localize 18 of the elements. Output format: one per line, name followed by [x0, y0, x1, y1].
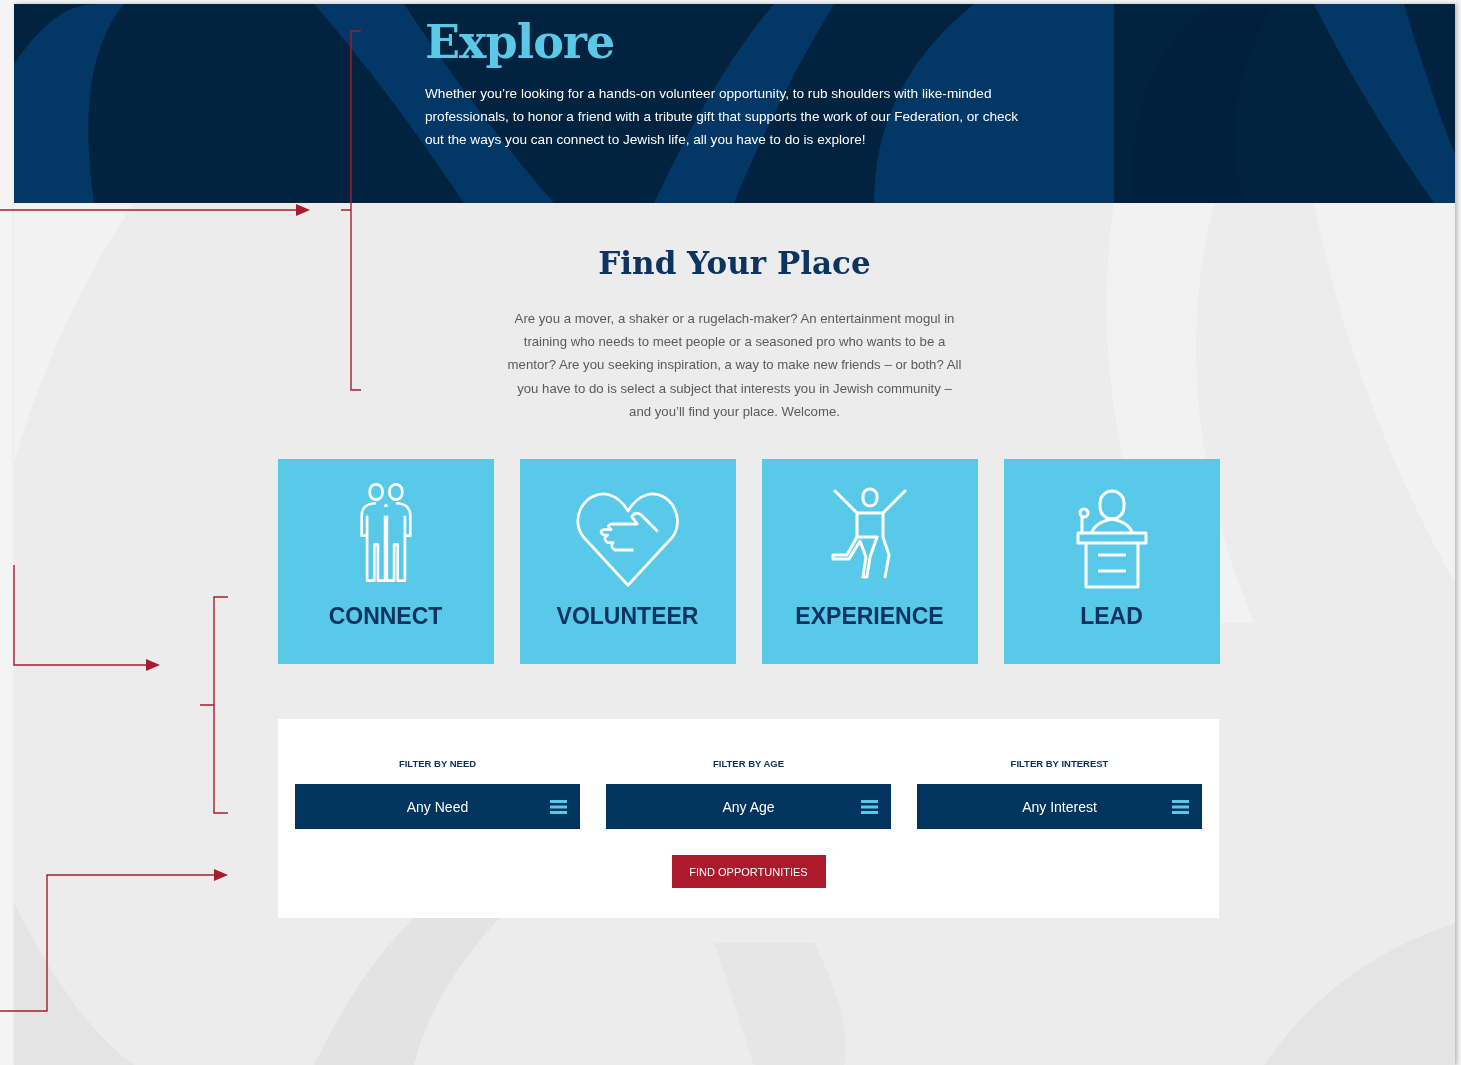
find-opportunities-button[interactable]: FIND OPPORTUNITIES — [671, 855, 826, 888]
menu-icon — [861, 800, 878, 814]
filter-label: FILTER BY INTEREST — [1010, 758, 1109, 769]
category-tile[interactable]: VOLUNTEER — [519, 459, 736, 664]
category-tile[interactable]: CONNECT — [277, 459, 494, 664]
intro-paragraph: Whether you’re looking for a hands-on volunteer opportunity, to rub shoulders with like-minded professionals, to honor a friend with a tribute gift that supports the work of our Federation, or check out the ways you can connect to Jewish life, all you have to do is explore! — [425, 85, 1020, 149]
filter-dropdown[interactable]: Any Need — [295, 784, 580, 829]
category-tile[interactable]: LEAD — [1003, 459, 1220, 664]
section-paragraph: Are you a mover, a shaker or a rugelach-maker? An entertainment mogul in training who needs to meet people or a seasoned pro who wants to be a mentor? Are you seeking inspiration, a way to make new friends – or both? All you have to do is select a subject that interests you in Jewish community – and you’ll find your place. Welcome. — [506, 310, 963, 421]
filter-label: FILTER BY NEED — [398, 758, 477, 769]
menu-icon — [550, 800, 567, 814]
section-title: Find Your Place — [598, 244, 871, 283]
filter-dropdown[interactable]: Any Interest — [917, 784, 1202, 829]
menu-icon — [1172, 800, 1189, 814]
filter-label: FILTER BY AGE — [712, 758, 785, 769]
page-title: Explore — [425, 14, 615, 71]
filter-dropdown[interactable]: Any Age — [606, 784, 891, 829]
category-tile[interactable]: EXPERIENCE — [761, 459, 978, 664]
